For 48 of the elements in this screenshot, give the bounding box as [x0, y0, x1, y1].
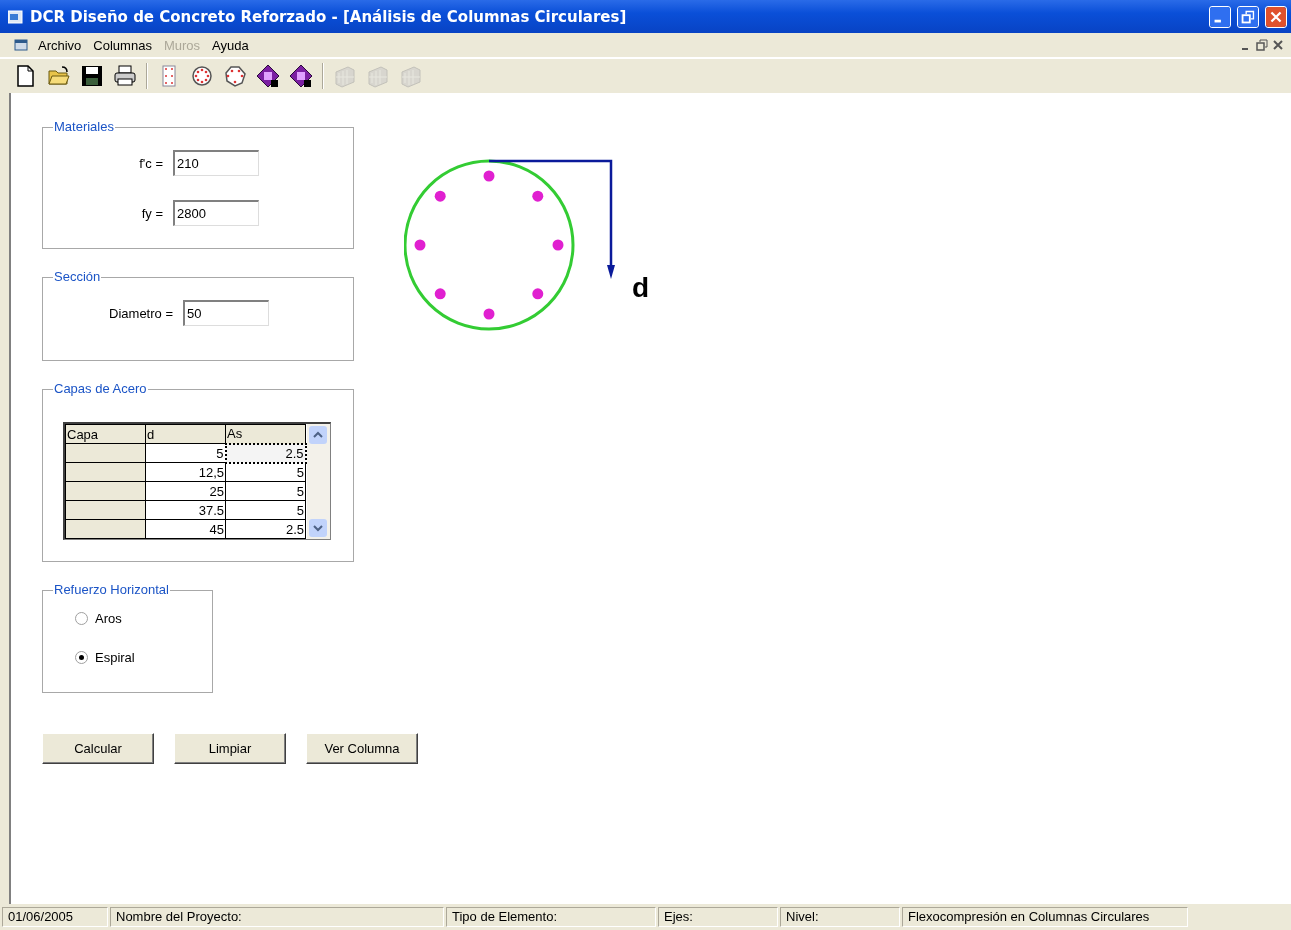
status-panel: Tipo de Elemento:	[446, 907, 656, 927]
scrollbar[interactable]	[306, 424, 330, 539]
close-icon[interactable]	[1271, 38, 1285, 52]
scroll-down-icon[interactable]	[309, 519, 328, 537]
radio-button[interactable]	[75, 651, 88, 664]
field-label: f'c =	[138, 155, 164, 171]
field-label: fy =	[140, 205, 164, 221]
radio-label[interactable]: Espiral	[95, 650, 135, 665]
restore-button[interactable]	[1237, 5, 1259, 28]
group-title: Materiales	[53, 119, 115, 134]
circular-section-icon[interactable]	[190, 64, 214, 88]
action-button[interactable]: Calcular	[42, 733, 154, 764]
menu-item[interactable]: Ayuda	[206, 35, 255, 55]
group-title: Capas de Acero	[53, 381, 148, 396]
minimize-button[interactable]	[1209, 5, 1231, 28]
group-title: Refuerzo Horizontal	[53, 582, 170, 597]
scroll-up-icon[interactable]	[309, 426, 328, 444]
printer-icon[interactable]	[113, 64, 137, 88]
input-field[interactable]: 2800	[173, 200, 259, 226]
status-panel: Nivel:	[780, 907, 900, 927]
dimension-label: d	[632, 272, 650, 303]
action-button[interactable]: Ver Columna	[306, 733, 418, 764]
column-header: As	[225, 424, 306, 444]
column-header: Capa	[65, 424, 146, 444]
restore-icon[interactable]	[1255, 38, 1269, 52]
close-button[interactable]	[1265, 5, 1287, 28]
field-label: Diametro =	[108, 305, 174, 321]
open-folder-icon[interactable]	[47, 64, 71, 88]
status-panel: Nombre del Proyecto:	[110, 907, 444, 927]
menu-item[interactable]: Columnas	[87, 35, 158, 55]
input-field[interactable]: 50	[183, 300, 269, 326]
action-button[interactable]: Limpiar	[174, 733, 286, 764]
status-panel: Ejes:	[658, 907, 778, 927]
app-icon	[8, 9, 24, 24]
status-panel: 01/06/2005	[2, 907, 108, 927]
column-header: d	[145, 424, 226, 444]
diamond-icon[interactable]	[256, 64, 280, 88]
polygon-section-icon[interactable]	[223, 64, 247, 88]
diamond-icon[interactable]	[289, 64, 313, 88]
radio-button[interactable]	[75, 612, 88, 625]
group-title: Sección	[53, 269, 102, 284]
menu-item[interactable]: Archivo	[32, 35, 88, 55]
status-panel: Flexocompresión en Columnas Circulares	[902, 907, 1188, 927]
document-icon	[14, 38, 30, 52]
window-title: DCR Diseño de Concreto Reforzado - [Análisis de Columnas Circulares]	[30, 7, 628, 26]
input-field[interactable]: 210	[173, 150, 259, 176]
table-cell: 2.5	[225, 443, 306, 463]
radio-label[interactable]: Aros	[95, 611, 122, 626]
